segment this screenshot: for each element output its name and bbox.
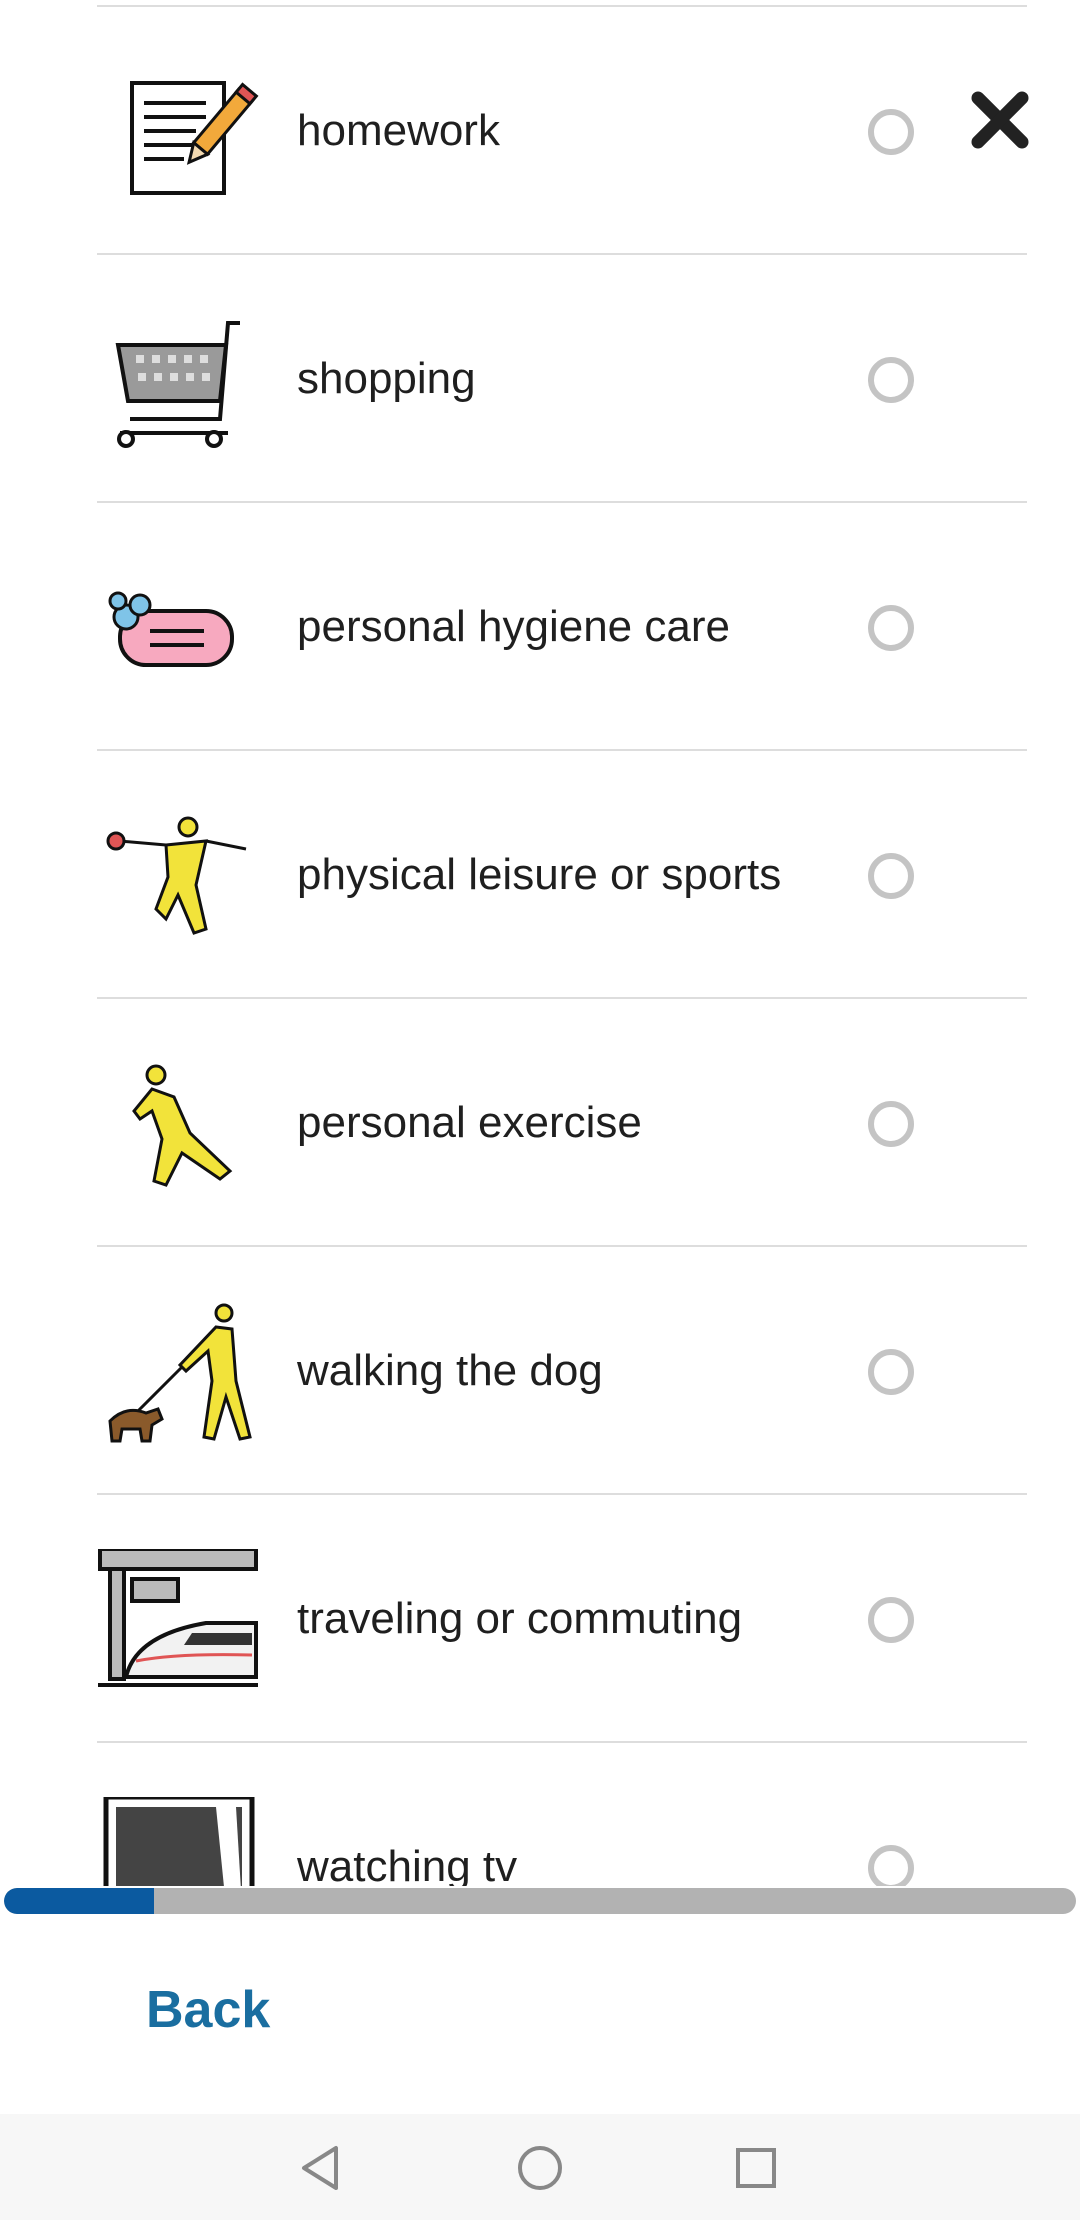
activity-radio-button[interactable]: [868, 1597, 914, 1643]
activity-row-traveling-or-commuting[interactable]: traveling or commuting: [0, 1495, 1080, 1743]
activity-label: watching tv: [297, 1842, 518, 1886]
activity-radio-button[interactable]: [868, 605, 914, 651]
nav-recents-square-icon: [736, 2148, 776, 2188]
activity-row-walking-the-dog[interactable]: walking the dog: [0, 1247, 1080, 1495]
activity-radio-button[interactable]: [868, 1845, 914, 1886]
train-station-icon: [96, 1549, 264, 1697]
activity-row-watching-tv[interactable]: watching tv: [0, 1743, 1080, 1886]
activity-label: physical leisure or sports: [297, 850, 782, 899]
activity-radio-button[interactable]: [868, 1101, 914, 1147]
shopping-cart-icon: [96, 309, 264, 457]
activity-row-personal-hygiene-care[interactable]: personal hygiene care: [0, 503, 1080, 751]
activity-row-shopping[interactable]: shopping: [0, 255, 1080, 503]
nav-recents-button[interactable]: [726, 2138, 786, 2198]
activity-radio-button[interactable]: [868, 853, 914, 899]
activity-row-physical-leisure-or-sports[interactable]: physical leisure or sports: [0, 751, 1080, 999]
activity-radio-button[interactable]: [868, 109, 914, 155]
walking-person-icon: [96, 1053, 264, 1201]
dog-walking-icon: [96, 1301, 264, 1449]
close-icon: [971, 91, 1029, 149]
homework-pencil-paper-icon: [96, 61, 264, 209]
activity-row-personal-exercise[interactable]: personal exercise: [0, 999, 1080, 1247]
activity-label: personal hygiene care: [297, 602, 730, 651]
nav-back-triangle-icon: [302, 2146, 338, 2190]
activity-row-homework[interactable]: homework: [0, 7, 1080, 255]
progress-bar-fill: [4, 1888, 155, 1914]
nav-home-button[interactable]: [510, 2138, 570, 2198]
television-icon: [96, 1797, 264, 1886]
activity-label: homework: [297, 106, 500, 155]
back-button[interactable]: Back: [146, 1978, 270, 2042]
activity-radio-button[interactable]: [868, 357, 914, 403]
soap-icon: [96, 557, 264, 705]
system-navigation-bar: [0, 2114, 1080, 2220]
activity-label: personal exercise: [297, 1098, 642, 1147]
activity-label: walking the dog: [297, 1346, 603, 1395]
activity-list[interactable]: homework shopping personal hygiene care …: [0, 0, 1080, 1886]
sports-player-icon: [96, 805, 264, 953]
nav-back-button[interactable]: [292, 2138, 352, 2198]
progress-bar: [4, 1888, 1076, 1914]
activity-radio-button[interactable]: [868, 1349, 914, 1395]
nav-home-circle-icon: [518, 2146, 562, 2190]
activity-label: traveling or commuting: [297, 1594, 743, 1643]
activity-selection-screen: homework shopping personal hygiene care …: [0, 0, 1080, 2220]
activity-label: shopping: [297, 354, 476, 403]
close-button[interactable]: [968, 88, 1032, 152]
